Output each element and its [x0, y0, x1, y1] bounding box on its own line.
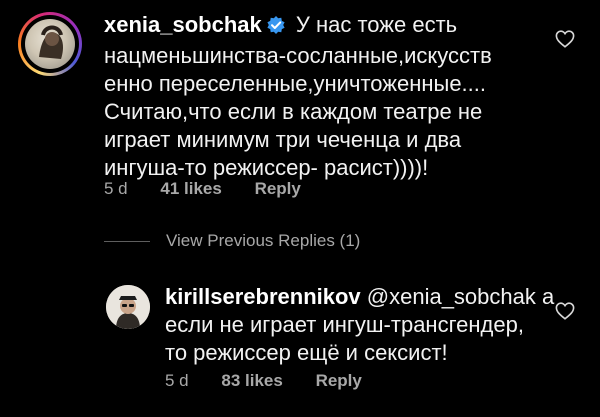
comment-reply-button[interactable]: Reply	[255, 179, 301, 198]
reply-reply-button[interactable]: Reply	[316, 371, 362, 390]
verified-badge-icon	[266, 14, 286, 42]
reply-line: то режиссер ещё и сексист!	[165, 340, 448, 365]
view-previous-replies-label: View Previous Replies (1)	[166, 231, 361, 250]
reply-like-heart-icon[interactable]	[555, 302, 575, 325]
reply-body: kirillserebrennikov @xenia_sobchak а есл…	[165, 283, 554, 367]
avatar-figure-icon	[39, 25, 63, 59]
comment-meta: 5 d 41 likes Reply	[104, 179, 301, 199]
reply-username[interactable]: kirillserebrennikov	[165, 284, 361, 309]
comment-body: xenia_sobchak У нас тоже есть нацменьшин…	[104, 11, 492, 182]
comment-line: Считаю,что если в каждом театре не	[104, 99, 483, 124]
comment-time: 5 d	[104, 179, 128, 198]
comment-line: У нас тоже есть	[289, 12, 458, 37]
reply-avatar-figure-icon	[106, 285, 150, 329]
reply-time: 5 d	[165, 371, 189, 390]
thread-divider-line	[104, 240, 150, 242]
view-previous-replies-button[interactable]: View Previous Replies (1)	[104, 230, 360, 252]
comment-line: енно переселенные,уничтоженные....	[104, 71, 487, 96]
comment-avatar[interactable]	[18, 12, 82, 76]
comment-like-heart-icon[interactable]	[555, 30, 575, 53]
reply-mention: @xenia_sobchak а	[360, 284, 555, 309]
comment-username[interactable]: xenia_sobchak	[104, 12, 262, 37]
reply-line: если не играет ингуш-трансгендер,	[165, 312, 524, 337]
comment-line: ингуша-то режиссер- расист))))!	[104, 155, 429, 180]
reply-avatar[interactable]	[106, 285, 150, 329]
comment-line: играет минимум три чеченца и два	[104, 127, 462, 152]
comment-likes-button[interactable]: 41 likes	[160, 179, 221, 198]
comment-line: нацменьшинства-сосланные,искусств	[104, 43, 492, 68]
avatar-photo	[25, 19, 75, 69]
reply-meta: 5 d 83 likes Reply	[165, 371, 362, 391]
reply-likes-button[interactable]: 83 likes	[221, 371, 282, 390]
